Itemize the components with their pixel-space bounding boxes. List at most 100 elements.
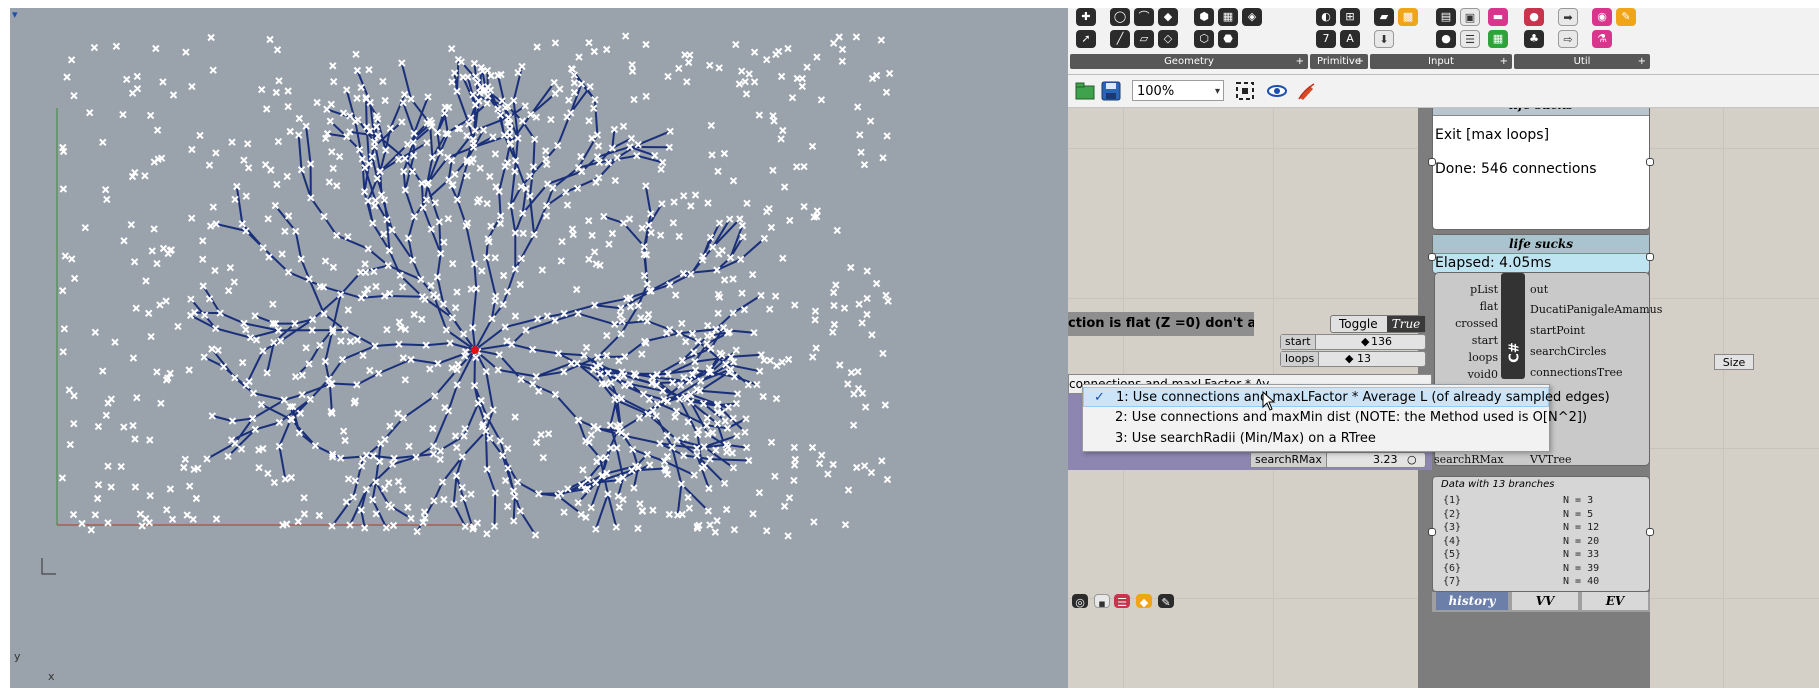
plane-param-icon[interactable]: ▱ bbox=[1134, 30, 1154, 48]
output-out[interactable]: out bbox=[1530, 283, 1548, 296]
input-void0[interactable]: void0 bbox=[1440, 368, 1498, 381]
point-marker bbox=[565, 96, 573, 104]
output-vvtree[interactable]: VVTree bbox=[1530, 453, 1572, 466]
output-ducati[interactable]: DucatiPanigaleAmamus bbox=[1530, 303, 1662, 316]
ribbon-expand-icon[interactable]: + bbox=[1356, 54, 1364, 69]
input-crossed[interactable]: crossed bbox=[1440, 317, 1498, 330]
download-icon[interactable]: ⬇ bbox=[1374, 30, 1394, 48]
line-param-icon[interactable]: ╱ bbox=[1110, 30, 1130, 48]
zoom-dropdown[interactable]: 100% ▾ bbox=[1132, 80, 1224, 101]
text-param-icon[interactable]: A bbox=[1340, 30, 1360, 48]
input-loops[interactable]: loops bbox=[1440, 351, 1498, 364]
widget-icon[interactable]: ◎ bbox=[1072, 594, 1088, 609]
integer-param-icon[interactable]: ⊞ bbox=[1340, 8, 1360, 26]
widget-icon[interactable]: ☰ bbox=[1114, 594, 1130, 609]
color-wheel-icon[interactable]: ● bbox=[1436, 30, 1456, 48]
slider-grip-icon[interactable]: ◆ bbox=[1361, 335, 1369, 349]
surface-param-icon[interactable]: ◆ bbox=[1158, 8, 1178, 26]
note-icon[interactable]: ✎ bbox=[1616, 8, 1636, 26]
gradient-icon[interactable]: ▩ bbox=[1398, 8, 1418, 26]
point-param-icon[interactable]: ✚ bbox=[1076, 8, 1096, 26]
searchrmax-slider[interactable]: searchRMax 3.23 ○ bbox=[1250, 452, 1426, 468]
arrow-right-dark-icon[interactable]: ➡ bbox=[1558, 8, 1578, 26]
data-panel-output-dot[interactable] bbox=[1646, 528, 1654, 536]
input-flat[interactable]: flat bbox=[1440, 300, 1498, 313]
tab-vv[interactable]: VV bbox=[1512, 592, 1578, 610]
timer-output-dot[interactable] bbox=[1646, 253, 1654, 261]
pen-icon[interactable] bbox=[1296, 80, 1318, 102]
number-param-icon[interactable]: 7 bbox=[1316, 30, 1336, 48]
tab-history[interactable]: history bbox=[1436, 592, 1508, 610]
fish-icon[interactable]: ◉ bbox=[1592, 8, 1612, 26]
flask-icon[interactable]: ⚗ bbox=[1592, 30, 1612, 48]
slider-grip-icon[interactable]: ○ bbox=[1407, 453, 1417, 467]
menu-item-method-1[interactable]: ✓ 1: Use connections and maxLFactor * Av… bbox=[1083, 387, 1610, 407]
point-marker bbox=[199, 282, 207, 290]
rhino-viewport[interactable]: ▾ y x bbox=[10, 8, 1068, 688]
open-file-icon[interactable] bbox=[1074, 80, 1096, 102]
tree-icon[interactable]: ♣ bbox=[1524, 30, 1544, 48]
output-startpoint[interactable]: startPoint bbox=[1530, 324, 1585, 337]
eye-icon[interactable] bbox=[1266, 80, 1288, 102]
component-ribbon: ✚ ◯ ⌒ ◆ ⬢ ▦ ◈ ➚ ╱ ▱ ◇ ⬡ ⬣ Geometry + ◐ ⊞ … bbox=[1068, 8, 1819, 75]
curve-param-icon[interactable]: ⌒ bbox=[1134, 8, 1154, 26]
input-searchrmax[interactable]: searchRMax bbox=[1434, 453, 1504, 466]
viewport-canvas[interactable] bbox=[10, 8, 1068, 688]
output-searchcircles[interactable]: searchCircles bbox=[1530, 345, 1606, 358]
panel-output-dot[interactable] bbox=[1646, 158, 1654, 166]
timer-input-dot[interactable] bbox=[1428, 253, 1436, 261]
save-icon[interactable] bbox=[1100, 80, 1122, 102]
color-swatch-icon[interactable]: ▬ bbox=[1488, 8, 1508, 26]
brep-param-icon[interactable]: ⬢ bbox=[1194, 8, 1214, 26]
point-marker bbox=[242, 325, 250, 334]
point-marker bbox=[418, 315, 426, 324]
slider-grip-icon[interactable]: ◆ bbox=[1345, 352, 1353, 366]
panel-icon[interactable]: ▤ bbox=[1436, 8, 1456, 26]
tab-ev[interactable]: EV bbox=[1582, 592, 1648, 610]
output-panel-top[interactable]: life sucks Exit [max loops] Done: 546 co… bbox=[1432, 108, 1650, 230]
vector-param-icon[interactable]: ➚ bbox=[1076, 30, 1096, 48]
viewport-corner-marker[interactable]: ▾ bbox=[12, 8, 18, 21]
panel-input-dot[interactable] bbox=[1428, 158, 1436, 166]
field-param-icon[interactable]: ◈ bbox=[1242, 8, 1262, 26]
zoom-extents-icon[interactable] bbox=[1234, 80, 1256, 102]
group-param-icon[interactable]: ⬣ bbox=[1218, 30, 1238, 48]
data-panel[interactable]: Data with 13 branches {1} N = 3 {2} N = 5 {3… bbox=[1432, 476, 1650, 592]
start-slider[interactable]: start 136 ◆ bbox=[1280, 334, 1426, 350]
boolean-toggle[interactable]: Toggle True bbox=[1330, 315, 1426, 333]
grasshopper-canvas[interactable]: life sucks Exit [max loops] Done: 546 co… bbox=[1068, 108, 1819, 688]
button-icon[interactable]: ▣ bbox=[1460, 8, 1480, 26]
cherries-icon[interactable]: ● bbox=[1524, 8, 1544, 26]
slider-value[interactable]: 13 bbox=[1357, 352, 1371, 366]
boolean-toggle-icon[interactable]: ▰ bbox=[1374, 8, 1394, 26]
slider-value[interactable]: 3.23 bbox=[1373, 453, 1398, 467]
loops-slider[interactable]: loops 13 ◆ bbox=[1280, 351, 1426, 367]
mesh-param-icon[interactable]: ▦ bbox=[1218, 8, 1238, 26]
boolean-param-icon[interactable]: ◐ bbox=[1316, 8, 1336, 26]
value-list-icon[interactable]: ☰ bbox=[1460, 30, 1480, 48]
menu-item-method-3[interactable]: 3: Use searchRadii (Min/Max) on a RTree bbox=[1083, 429, 1549, 449]
widget-icon[interactable]: ◆ bbox=[1136, 594, 1152, 609]
slider-value[interactable]: 136 bbox=[1371, 335, 1392, 349]
menu-item-method-2[interactable]: 2: Use connections and maxMin dist (NOTE… bbox=[1083, 408, 1587, 428]
network-edge bbox=[629, 145, 656, 157]
arrow-right-outline-icon[interactable]: ⇨ bbox=[1558, 30, 1578, 48]
input-plist[interactable]: pList bbox=[1440, 283, 1498, 296]
point-marker bbox=[427, 281, 435, 290]
csharp-label: C# bbox=[1507, 342, 1523, 363]
ribbon-expand-icon[interactable]: + bbox=[1296, 54, 1304, 69]
widget-icon[interactable]: ▪ bbox=[1094, 594, 1110, 610]
data-panel-input-dot[interactable] bbox=[1428, 528, 1436, 536]
output-connectionstree[interactable]: connectionsTree bbox=[1530, 366, 1623, 379]
image-sampler-icon[interactable]: ▦ bbox=[1488, 30, 1508, 48]
twisted-box-param-icon[interactable]: ⬡ bbox=[1194, 30, 1214, 48]
toggle-value[interactable]: True bbox=[1387, 316, 1425, 332]
timer-panel[interactable]: life sucks Elapsed: 4.05ms bbox=[1432, 234, 1650, 274]
size-component[interactable]: Size bbox=[1714, 354, 1754, 370]
widget-icon[interactable]: ✎ bbox=[1158, 594, 1174, 609]
ribbon-expand-icon[interactable]: + bbox=[1500, 54, 1508, 69]
ribbon-expand-icon[interactable]: + bbox=[1638, 54, 1646, 69]
circle-param-icon[interactable]: ◯ bbox=[1110, 8, 1130, 26]
box-param-icon[interactable]: ◇ bbox=[1158, 30, 1178, 48]
input-start[interactable]: start bbox=[1440, 334, 1498, 347]
